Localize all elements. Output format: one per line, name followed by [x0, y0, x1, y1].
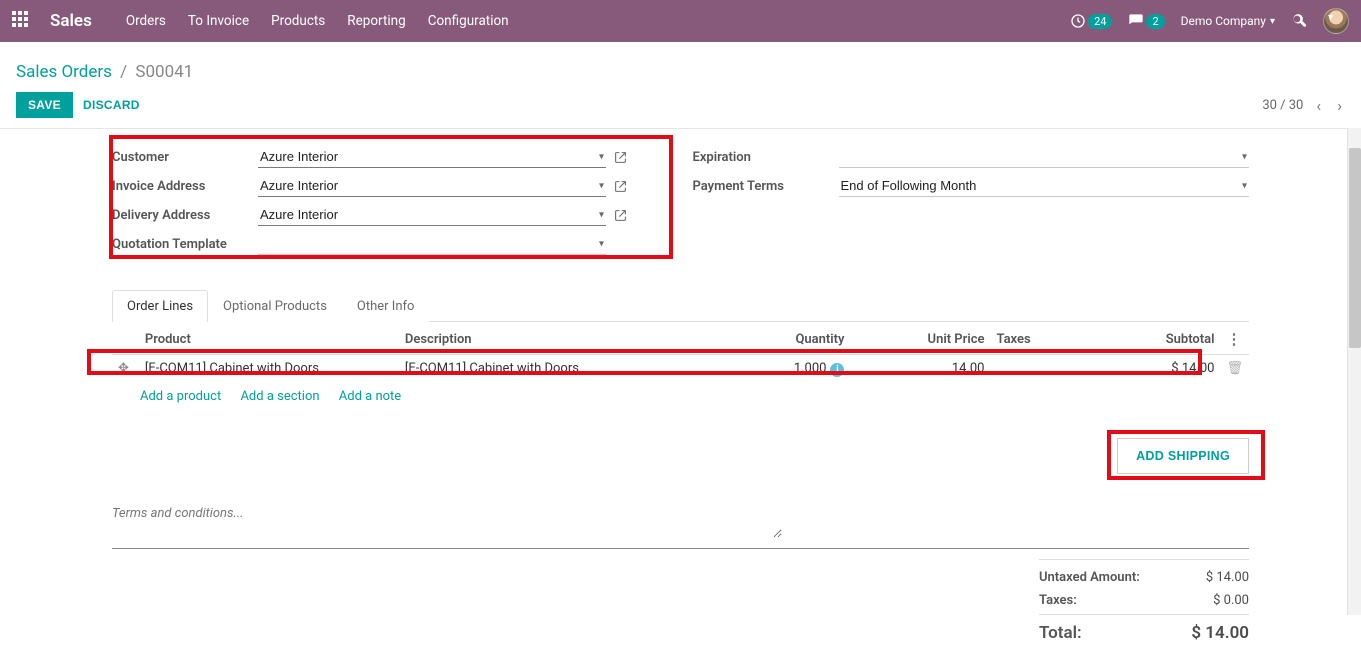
- col-taxes: Taxes: [990, 322, 1060, 355]
- untaxed-value: $ 14.00: [1206, 570, 1249, 585]
- info-icon[interactable]: i: [830, 363, 844, 377]
- add-note-link[interactable]: Add a note: [339, 389, 401, 404]
- menu-to-invoice[interactable]: To Invoice: [188, 13, 249, 29]
- cell-unit-price[interactable]: 14.00: [850, 355, 990, 383]
- add-shipping-button[interactable]: Add Shipping: [1117, 438, 1249, 474]
- col-unit-price: Unit Price: [850, 322, 990, 355]
- add-section-link[interactable]: Add a section: [240, 389, 319, 404]
- pager-prev-icon[interactable]: ‹: [1313, 96, 1324, 115]
- dropdown-caret-icon[interactable]: ▾: [1242, 152, 1247, 163]
- col-description: Description: [399, 322, 741, 355]
- dropdown-caret-icon[interactable]: ▾: [599, 239, 604, 250]
- external-link-icon[interactable]: [614, 209, 627, 222]
- taxes-label: Taxes:: [1039, 593, 1077, 608]
- tabs: Order Lines Optional Products Other Info: [112, 289, 1249, 322]
- breadcrumb-root[interactable]: Sales Orders: [16, 62, 112, 82]
- tab-other-info[interactable]: Other Info: [342, 290, 430, 322]
- company-switcher[interactable]: Demo Company: [1181, 14, 1275, 28]
- pager-text: 30 / 30: [1262, 98, 1303, 113]
- col-quantity: Quantity: [740, 322, 850, 355]
- cell-subtotal: $ 14.00: [1060, 355, 1220, 383]
- dropdown-caret-icon[interactable]: ▾: [599, 210, 604, 221]
- messaging-indicator[interactable]: 2: [1128, 13, 1164, 29]
- external-link-icon[interactable]: [614, 180, 627, 193]
- apps-icon[interactable]: [12, 11, 32, 31]
- col-subtotal: Subtotal: [1060, 322, 1220, 355]
- menu-orders[interactable]: Orders: [126, 13, 166, 29]
- label-invoice-address: Invoice Address: [112, 179, 258, 194]
- label-delivery-address: Delivery Address: [112, 208, 258, 223]
- col-product: Product: [139, 322, 399, 355]
- terms-textarea[interactable]: [112, 504, 782, 538]
- dropdown-caret-icon[interactable]: ▾: [599, 152, 604, 163]
- pager-next-icon[interactable]: ›: [1334, 96, 1345, 115]
- quotation-template-input[interactable]: [258, 233, 606, 255]
- save-button[interactable]: Save: [16, 92, 73, 118]
- add-product-link[interactable]: Add a product: [140, 389, 221, 404]
- delete-row-icon[interactable]: 🗑: [1226, 361, 1243, 376]
- dropdown-caret-icon[interactable]: ▾: [1242, 181, 1247, 192]
- menu-products[interactable]: Products: [271, 13, 325, 29]
- label-customer: Customer: [112, 150, 258, 165]
- debug-icon[interactable]: [1291, 13, 1307, 29]
- order-lines-table: Product Description Quantity Unit Price …: [112, 322, 1249, 383]
- cell-product[interactable]: [E-COM11] Cabinet with Doors: [139, 355, 399, 383]
- cell-quantity[interactable]: 1.000i: [740, 355, 850, 383]
- breadcrumb: Sales Orders / S00041: [16, 62, 1345, 82]
- total-value: $ 14.00: [1191, 623, 1249, 643]
- totals: Untaxed Amount: $ 14.00 Taxes: $ 0.00 To…: [1039, 559, 1249, 647]
- dropdown-caret-icon[interactable]: ▾: [599, 181, 604, 192]
- menu-configuration[interactable]: Configuration: [428, 13, 509, 29]
- user-avatar[interactable]: [1323, 8, 1349, 34]
- app-title: Sales: [50, 11, 92, 31]
- discard-button[interactable]: Discard: [73, 92, 150, 118]
- external-link-icon[interactable]: [614, 151, 627, 164]
- menu-reporting[interactable]: Reporting: [347, 13, 405, 29]
- cell-description[interactable]: [E-COM11] Cabinet with Doors: [399, 355, 741, 383]
- cell-taxes[interactable]: [990, 355, 1060, 383]
- main-menu: Orders To Invoice Products Reporting Con…: [126, 13, 509, 29]
- topbar: Sales Orders To Invoice Products Reporti…: [0, 0, 1361, 42]
- breadcrumb-leaf: S00041: [135, 62, 193, 82]
- vertical-scrollbar[interactable]: [1347, 128, 1361, 615]
- label-quotation-template: Quotation Template: [112, 237, 258, 252]
- taxes-value: $ 0.00: [1213, 593, 1249, 608]
- expiration-input[interactable]: [839, 146, 1250, 168]
- label-expiration: Expiration: [693, 150, 839, 165]
- total-label: Total:: [1039, 623, 1082, 643]
- label-payment-terms: Payment Terms: [693, 179, 839, 194]
- tab-order-lines[interactable]: Order Lines: [112, 290, 208, 322]
- drag-handle-icon[interactable]: ✥: [118, 361, 133, 376]
- delivery-address-input[interactable]: [258, 204, 606, 226]
- messaging-badge: 2: [1146, 14, 1164, 29]
- activity-indicator[interactable]: 24: [1070, 13, 1112, 29]
- tab-optional-products[interactable]: Optional Products: [208, 290, 342, 322]
- activity-badge: 24: [1088, 14, 1112, 29]
- pager: 30 / 30 ‹ ›: [1262, 96, 1345, 115]
- invoice-address-input[interactable]: [258, 175, 606, 197]
- customer-input[interactable]: [258, 146, 606, 168]
- untaxed-label: Untaxed Amount:: [1039, 570, 1140, 585]
- table-row[interactable]: ✥ [E-COM11] Cabinet with Doors [E-COM11]…: [112, 355, 1249, 383]
- payment-terms-input[interactable]: [839, 175, 1250, 197]
- columns-menu-icon[interactable]: ⋮: [1226, 330, 1241, 348]
